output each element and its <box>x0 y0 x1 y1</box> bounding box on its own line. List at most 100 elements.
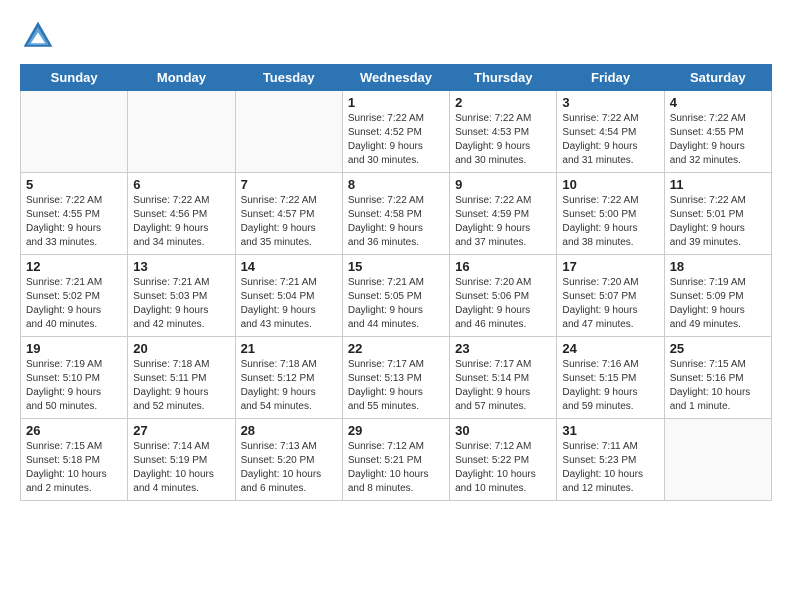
cell-info: Sunrise: 7:19 AM Sunset: 5:09 PM Dayligh… <box>670 276 766 332</box>
cell-info: Sunrise: 7:14 AM Sunset: 5:19 PM Dayligh… <box>133 440 229 496</box>
weekday-wednesday: Wednesday <box>342 65 449 91</box>
cell-info: Sunrise: 7:22 AM Sunset: 4:54 PM Dayligh… <box>562 112 658 168</box>
calendar-cell: 28Sunrise: 7:13 AM Sunset: 5:20 PM Dayli… <box>235 419 342 501</box>
calendar-cell <box>235 91 342 173</box>
cell-date: 24 <box>562 341 658 356</box>
cell-info: Sunrise: 7:21 AM Sunset: 5:03 PM Dayligh… <box>133 276 229 332</box>
weekday-friday: Friday <box>557 65 664 91</box>
cell-date: 19 <box>26 341 122 356</box>
cell-date: 27 <box>133 423 229 438</box>
cell-info: Sunrise: 7:22 AM Sunset: 4:56 PM Dayligh… <box>133 194 229 250</box>
cell-info: Sunrise: 7:22 AM Sunset: 4:58 PM Dayligh… <box>348 194 444 250</box>
weekday-header-row: SundayMondayTuesdayWednesdayThursdayFrid… <box>21 65 772 91</box>
cell-info: Sunrise: 7:18 AM Sunset: 5:11 PM Dayligh… <box>133 358 229 414</box>
cell-info: Sunrise: 7:19 AM Sunset: 5:10 PM Dayligh… <box>26 358 122 414</box>
cell-date: 1 <box>348 95 444 110</box>
cell-date: 26 <box>26 423 122 438</box>
calendar-row-5: 26 Sunrise: 7:15 AM Sunset: 5:18 PM Dayli… <box>21 419 772 501</box>
weekday-tuesday: Tuesday <box>235 65 342 91</box>
calendar-cell: 26 Sunrise: 7:15 AM Sunset: 5:18 PM Dayli… <box>21 419 128 501</box>
weekday-sunday: Sunday <box>21 65 128 91</box>
cell-info: Sunrise: 7:22 AM Sunset: 4:59 PM Dayligh… <box>455 194 551 250</box>
cell-date: 17 <box>562 259 658 274</box>
cell-date: 20 <box>133 341 229 356</box>
calendar-cell: 20 Sunrise: 7:18 AM Sunset: 5:11 PM Dayli… <box>128 337 235 419</box>
calendar-cell: 12 Sunrise: 7:21 AM Sunset: 5:02 PM Dayli… <box>21 255 128 337</box>
cell-info: Sunrise: 7:11 AM Sunset: 5:23 PM Dayligh… <box>562 440 658 496</box>
cell-info: Sunrise: 7:22 AM Sunset: 5:00 PM Dayligh… <box>562 194 658 250</box>
calendar-cell: 13 Sunrise: 7:21 AM Sunset: 5:03 PM Dayli… <box>128 255 235 337</box>
cell-date: 4 <box>670 95 766 110</box>
calendar-row-4: 19 Sunrise: 7:19 AM Sunset: 5:10 PM Dayli… <box>21 337 772 419</box>
cell-date: 21 <box>241 341 337 356</box>
calendar-cell: 25Sunrise: 7:15 AM Sunset: 5:16 PM Dayli… <box>664 337 771 419</box>
cell-date: 22 <box>348 341 444 356</box>
cell-date: 31 <box>562 423 658 438</box>
calendar-cell: 1 Sunrise: 7:22 AM Sunset: 4:52 PM Daylig… <box>342 91 449 173</box>
calendar-cell: 30Sunrise: 7:12 AM Sunset: 5:22 PM Dayli… <box>450 419 557 501</box>
calendar-cell: 21 Sunrise: 7:18 AM Sunset: 5:12 PM Dayli… <box>235 337 342 419</box>
cell-date: 14 <box>241 259 337 274</box>
calendar-cell: 22 Sunrise: 7:17 AM Sunset: 5:13 PM Dayli… <box>342 337 449 419</box>
weekday-saturday: Saturday <box>664 65 771 91</box>
cell-info: Sunrise: 7:12 AM Sunset: 5:21 PM Dayligh… <box>348 440 444 496</box>
cell-date: 3 <box>562 95 658 110</box>
calendar-cell: 2 Sunrise: 7:22 AM Sunset: 4:53 PM Daylig… <box>450 91 557 173</box>
cell-info: Sunrise: 7:21 AM Sunset: 5:05 PM Dayligh… <box>348 276 444 332</box>
calendar-cell: 31 Sunrise: 7:11 AM Sunset: 5:23 PM Dayli… <box>557 419 664 501</box>
logo-icon <box>20 18 56 54</box>
calendar-cell: 10 Sunrise: 7:22 AM Sunset: 5:00 PM Dayli… <box>557 173 664 255</box>
weekday-thursday: Thursday <box>450 65 557 91</box>
calendar-cell: 17 Sunrise: 7:20 AM Sunset: 5:07 PM Dayli… <box>557 255 664 337</box>
cell-date: 7 <box>241 177 337 192</box>
cell-date: 6 <box>133 177 229 192</box>
calendar-cell: 3 Sunrise: 7:22 AM Sunset: 4:54 PM Daylig… <box>557 91 664 173</box>
calendar-cell: 27 Sunrise: 7:14 AM Sunset: 5:19 PM Dayli… <box>128 419 235 501</box>
cell-date: 25 <box>670 341 766 356</box>
cell-date: 2 <box>455 95 551 110</box>
calendar-cell: 6 Sunrise: 7:22 AM Sunset: 4:56 PM Daylig… <box>128 173 235 255</box>
cell-info: Sunrise: 7:22 AM Sunset: 4:55 PM Dayligh… <box>26 194 122 250</box>
calendar-cell: 4 Sunrise: 7:22 AM Sunset: 4:55 PM Daylig… <box>664 91 771 173</box>
calendar-cell: 7Sunrise: 7:22 AM Sunset: 4:57 PM Daylig… <box>235 173 342 255</box>
cell-date: 29 <box>348 423 444 438</box>
calendar-cell: 5 Sunrise: 7:22 AM Sunset: 4:55 PM Daylig… <box>21 173 128 255</box>
calendar-cell: 23 Sunrise: 7:17 AM Sunset: 5:14 PM Dayli… <box>450 337 557 419</box>
calendar-cell: 16Sunrise: 7:20 AM Sunset: 5:06 PM Dayli… <box>450 255 557 337</box>
cell-info: Sunrise: 7:17 AM Sunset: 5:14 PM Dayligh… <box>455 358 551 414</box>
cell-date: 8 <box>348 177 444 192</box>
calendar-cell: 19 Sunrise: 7:19 AM Sunset: 5:10 PM Dayli… <box>21 337 128 419</box>
calendar-cell <box>21 91 128 173</box>
cell-date: 11 <box>670 177 766 192</box>
cell-info: Sunrise: 7:22 AM Sunset: 5:01 PM Dayligh… <box>670 194 766 250</box>
header <box>20 18 772 54</box>
cell-info: Sunrise: 7:20 AM Sunset: 5:07 PM Dayligh… <box>562 276 658 332</box>
calendar-cell: 14 Sunrise: 7:21 AM Sunset: 5:04 PM Dayli… <box>235 255 342 337</box>
cell-info: Sunrise: 7:15 AM Sunset: 5:18 PM Dayligh… <box>26 440 122 496</box>
cell-date: 18 <box>670 259 766 274</box>
calendar-cell: 11 Sunrise: 7:22 AM Sunset: 5:01 PM Dayli… <box>664 173 771 255</box>
calendar-cell: 15 Sunrise: 7:21 AM Sunset: 5:05 PM Dayli… <box>342 255 449 337</box>
cell-date: 12 <box>26 259 122 274</box>
cell-date: 10 <box>562 177 658 192</box>
cell-info: Sunrise: 7:22 AM Sunset: 4:52 PM Dayligh… <box>348 112 444 168</box>
calendar-row-2: 5 Sunrise: 7:22 AM Sunset: 4:55 PM Daylig… <box>21 173 772 255</box>
cell-info: Sunrise: 7:21 AM Sunset: 5:04 PM Dayligh… <box>241 276 337 332</box>
cell-info: Sunrise: 7:21 AM Sunset: 5:02 PM Dayligh… <box>26 276 122 332</box>
cell-date: 16 <box>455 259 551 274</box>
calendar-cell: 29 Sunrise: 7:12 AM Sunset: 5:21 PM Dayli… <box>342 419 449 501</box>
weekday-monday: Monday <box>128 65 235 91</box>
cell-info: Sunrise: 7:18 AM Sunset: 5:12 PM Dayligh… <box>241 358 337 414</box>
calendar-cell: 18 Sunrise: 7:19 AM Sunset: 5:09 PM Dayli… <box>664 255 771 337</box>
calendar-row-3: 12 Sunrise: 7:21 AM Sunset: 5:02 PM Dayli… <box>21 255 772 337</box>
cell-date: 23 <box>455 341 551 356</box>
calendar-cell <box>664 419 771 501</box>
cell-info: Sunrise: 7:17 AM Sunset: 5:13 PM Dayligh… <box>348 358 444 414</box>
cell-info: Sunrise: 7:22 AM Sunset: 4:55 PM Dayligh… <box>670 112 766 168</box>
cell-info: Sunrise: 7:16 AM Sunset: 5:15 PM Dayligh… <box>562 358 658 414</box>
cell-date: 9 <box>455 177 551 192</box>
cell-info: Sunrise: 7:22 AM Sunset: 4:53 PM Dayligh… <box>455 112 551 168</box>
cell-date: 13 <box>133 259 229 274</box>
cell-date: 5 <box>26 177 122 192</box>
cell-date: 15 <box>348 259 444 274</box>
